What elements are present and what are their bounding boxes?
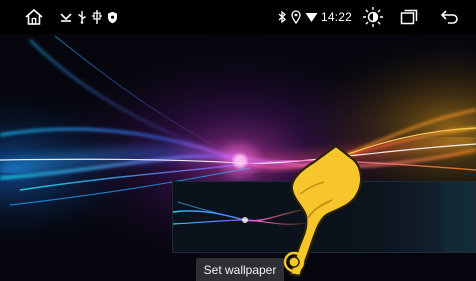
home-icon[interactable] [22, 0, 46, 34]
bluetooth-icon [276, 0, 288, 34]
location-icon [290, 0, 302, 34]
tap-gesture-hand-icon [270, 138, 366, 281]
brightness-icon[interactable] [361, 0, 385, 34]
back-icon[interactable] [438, 0, 462, 34]
recent-apps-icon[interactable] [398, 0, 420, 34]
usb-icon [58, 0, 74, 34]
status-clock: 14:22 [321, 10, 353, 24]
usb-icon [76, 0, 88, 34]
wallpaper-picker-screen: 14:22 Set wallpaper [0, 0, 476, 281]
status-bar: 14:22 [0, 0, 476, 34]
shield-icon [106, 0, 118, 34]
sd-card-icon [90, 0, 104, 34]
wifi-icon [304, 0, 318, 34]
